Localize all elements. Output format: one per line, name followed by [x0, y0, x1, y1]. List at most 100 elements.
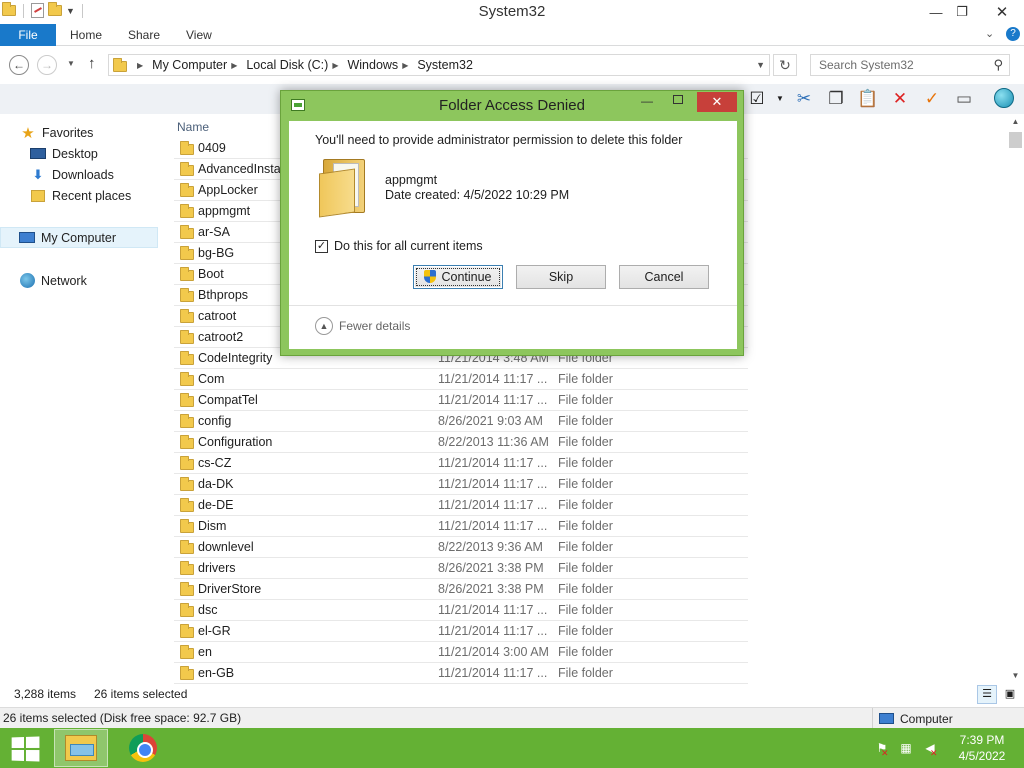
back-button[interactable]: ← — [9, 55, 29, 75]
uac-shield-icon — [424, 270, 437, 283]
start-button[interactable] — [9, 735, 41, 762]
file-row[interactable]: en-GB 11/21/2014 11:17 ... File folder — [174, 663, 748, 684]
folder-icon — [180, 393, 194, 407]
volume-muted-icon[interactable]: ◀ — [922, 740, 938, 761]
nav-downloads[interactable]: ⬇ Downloads — [0, 164, 158, 185]
breadcrumb-my-computer[interactable]: My Computer — [152, 58, 227, 72]
file-row[interactable]: el-GR 11/21/2014 11:17 ... File folder — [174, 621, 748, 642]
action-center-flag-icon[interactable]: ⚑ — [874, 740, 890, 761]
folder-icon — [180, 603, 194, 617]
search-icon[interactable]: ⚲ — [993, 57, 1003, 73]
file-row[interactable]: Dism 11/21/2014 11:17 ... File folder — [174, 516, 748, 537]
dialog-maximize-button[interactable] — [673, 95, 683, 104]
breadcrumb-arrow-icon[interactable]: ▶ — [231, 61, 237, 70]
file-row[interactable]: da-DK 11/21/2014 11:17 ... File folder — [174, 474, 748, 495]
nav-recent-places[interactable]: Recent places — [0, 185, 158, 206]
restore-button[interactable]: ❐ — [946, 0, 978, 24]
search-input[interactable] — [811, 55, 981, 75]
apply-to-all-checkbox[interactable]: ✓ Do this for all current items — [315, 239, 483, 253]
tab-share[interactable]: Share — [128, 24, 160, 46]
expand-ribbon-chevron-icon[interactable]: ⌄ — [985, 27, 994, 40]
file-type: File folder — [558, 393, 613, 407]
breadcrumb-arrow-icon[interactable]: ▶ — [137, 61, 143, 70]
properties-icon[interactable]: ▭ — [952, 88, 976, 110]
dialog-minimize-button[interactable]: — — [641, 94, 653, 108]
dialog-title-bar[interactable]: Folder Access Denied — ✕ — [281, 91, 743, 121]
scrollbar-thumb[interactable] — [1009, 132, 1022, 148]
vertical-scrollbar[interactable]: ▲ ▼ — [1007, 114, 1024, 684]
folder-icon — [319, 157, 369, 218]
taskbar-chrome[interactable] — [116, 729, 170, 767]
file-date-modified: 11/21/2014 11:17 ... — [438, 477, 548, 491]
file-row[interactable]: downlevel 8/22/2013 9:36 AM File folder — [174, 537, 748, 558]
folder-icon — [180, 435, 194, 449]
file-row[interactable]: de-DE 11/21/2014 11:17 ... File folder — [174, 495, 748, 516]
breadcrumb-system32[interactable]: System32 — [417, 58, 473, 72]
fewer-details-toggle[interactable]: ▲ Fewer details — [315, 317, 410, 335]
tab-file[interactable]: File — [0, 24, 56, 46]
address-bar[interactable]: ▶ My Computer ▶ Local Disk (C:) ▶ Window… — [108, 54, 770, 76]
up-button[interactable]: ↑ — [88, 55, 96, 72]
nav-desktop[interactable]: Desktop — [0, 143, 158, 164]
desktop-icon — [30, 148, 46, 159]
nav-favorites[interactable]: ★ Favorites — [0, 122, 158, 143]
breadcrumb-arrow-icon[interactable]: ▶ — [402, 61, 408, 70]
dialog-body: You'll need to provide administrator per… — [289, 121, 737, 349]
folder-options-icon[interactable]: ☑ — [745, 88, 769, 110]
folder-options-dropdown-icon[interactable]: ▼ — [774, 88, 786, 110]
folder-icon — [180, 372, 194, 386]
file-row[interactable]: CompatTel 11/21/2014 11:17 ... File folder — [174, 390, 748, 411]
chevron-up-icon[interactable]: ▲ — [315, 317, 333, 335]
details-view-icon[interactable]: ☰ — [977, 685, 997, 704]
file-row[interactable]: cs-CZ 11/21/2014 11:17 ... File folder — [174, 453, 748, 474]
file-row[interactable]: drivers 8/26/2021 3:38 PM File folder — [174, 558, 748, 579]
close-button[interactable]: ✕ — [980, 0, 1024, 24]
file-row[interactable]: en 11/21/2014 3:00 AM File folder — [174, 642, 748, 663]
network-tray-icon[interactable]: ▦ — [898, 740, 914, 756]
fewer-details-label[interactable]: Fewer details — [339, 319, 410, 333]
file-row[interactable]: DriverStore 8/26/2021 3:38 PM File folder — [174, 579, 748, 600]
scroll-up-icon[interactable]: ▲ — [1007, 114, 1024, 130]
paste-icon[interactable]: 📋 — [856, 88, 880, 110]
checkbox-icon[interactable]: ✓ — [315, 239, 328, 253]
search-box[interactable]: ⚲ — [810, 54, 1010, 76]
file-name: el-GR — [198, 624, 231, 638]
tab-home[interactable]: Home — [70, 24, 102, 46]
taskbar-file-explorer[interactable] — [54, 729, 108, 767]
scroll-down-icon[interactable]: ▼ — [1007, 668, 1024, 684]
copy-icon[interactable]: ❐ — [824, 88, 848, 110]
help-icon[interactable]: ? — [1006, 27, 1020, 41]
cancel-button[interactable]: Cancel — [619, 265, 709, 289]
dialog-close-button[interactable]: ✕ — [697, 92, 737, 112]
zone-label: Computer — [900, 711, 953, 726]
file-row[interactable]: dsc 11/21/2014 11:17 ... File folder — [174, 600, 748, 621]
large-icons-view-icon[interactable]: ▣ — [1000, 685, 1020, 704]
file-row[interactable]: Com 11/21/2014 11:17 ... File folder — [174, 369, 748, 390]
cut-icon[interactable]: ✂ — [792, 88, 816, 110]
refresh-button[interactable]: ↻ — [773, 54, 797, 76]
rename-check-icon[interactable]: ✓ — [920, 88, 944, 110]
file-name: DriverStore — [198, 582, 262, 596]
breadcrumb-windows[interactable]: Windows — [347, 58, 398, 72]
checkbox-label[interactable]: Do this for all current items — [334, 239, 483, 253]
nav-my-computer[interactable]: My Computer — [0, 227, 158, 248]
tab-view[interactable]: View — [186, 24, 212, 46]
file-row[interactable]: config 8/26/2021 9:03 AM File folder — [174, 411, 748, 432]
recent-locations-dropdown[interactable]: ▼ — [67, 59, 75, 68]
file-name: catroot2 — [198, 330, 244, 344]
clock[interactable]: 7:39 PM 4/5/2022 — [950, 732, 1014, 764]
breadcrumb-arrow-icon[interactable]: ▶ — [332, 61, 338, 70]
column-header-name[interactable]: Name — [177, 120, 209, 134]
file-row[interactable]: Configuration 8/22/2013 11:36 AM File fold… — [174, 432, 748, 453]
skip-button[interactable]: Skip — [516, 265, 606, 289]
nav-network[interactable]: Network — [0, 270, 158, 291]
address-dropdown-icon[interactable]: ▼ — [756, 60, 765, 70]
continue-button[interactable]: Continue — [413, 265, 503, 289]
breadcrumb-local-disk[interactable]: Local Disk (C:) — [246, 58, 328, 72]
globe-icon[interactable] — [992, 88, 1016, 110]
ribbon-tabs: File Home Share View ⌄ ? — [0, 24, 1024, 46]
file-date-modified: 8/22/2013 11:36 AM — [438, 435, 549, 449]
delete-icon[interactable]: ✕ — [888, 88, 912, 110]
folder-icon — [180, 561, 194, 575]
forward-button[interactable]: → — [37, 55, 57, 75]
